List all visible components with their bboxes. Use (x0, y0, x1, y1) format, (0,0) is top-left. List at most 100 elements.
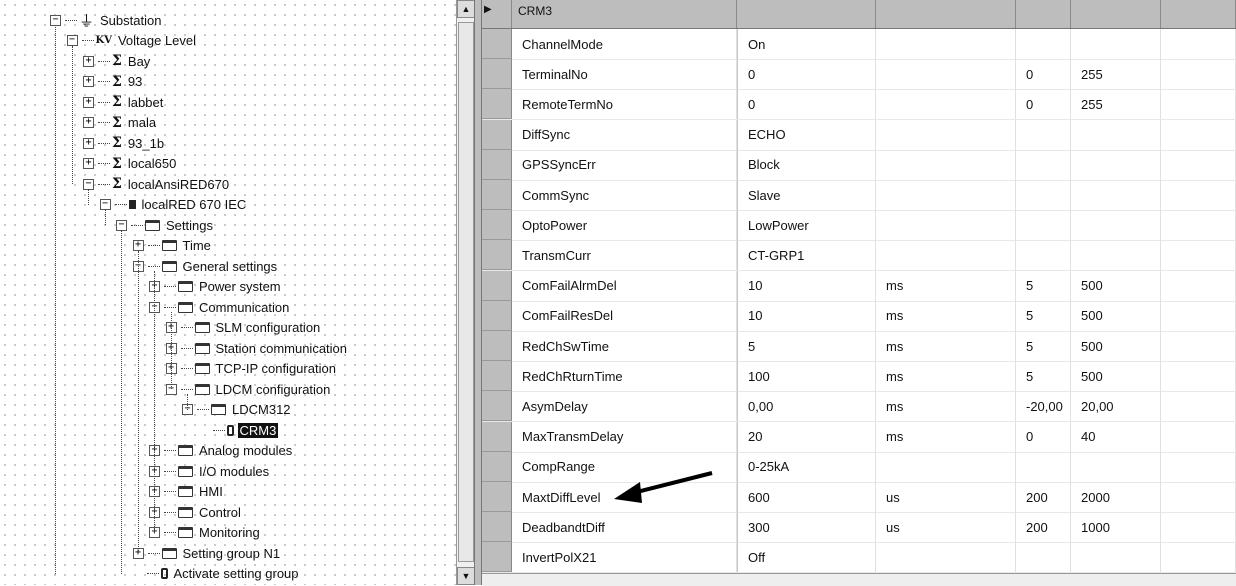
tree-item[interactable]: − KV Voltage Level (66, 31, 199, 51)
tree-connector (98, 183, 110, 185)
tree-vertical-connector (170, 312, 172, 389)
tree-connector (98, 122, 110, 123)
tree-connector (212, 429, 225, 431)
tree-connector (180, 368, 193, 369)
bay-icon: Ʃ (112, 155, 122, 172)
tree-connector (65, 19, 77, 21)
tree-connector (197, 409, 209, 410)
tree-vertical-connector (55, 25, 56, 574)
tree-vertical-connector (154, 271, 155, 533)
tree-item-label: LDCM configuration (215, 381, 331, 397)
folder-icon (178, 527, 193, 538)
tree-item[interactable]: + Setting group N1 (132, 543, 283, 563)
tree-item[interactable]: + Ʃ 93 (83, 72, 144, 92)
folder-icon (194, 342, 210, 354)
scroll-thumb[interactable] (458, 22, 474, 562)
tree-item[interactable]: + Ʃ Bay (83, 51, 152, 71)
tree-item[interactable]: + Ʃlabbet (83, 92, 165, 112)
tree-connector (114, 204, 127, 205)
tree-item[interactable]: + Control (149, 502, 243, 522)
bay-icon: Ʃ (112, 73, 122, 90)
expand-icon[interactable]: + (83, 158, 94, 169)
tree-connector (164, 470, 176, 472)
tree-item-label: LDCM312 (232, 402, 291, 417)
tree-item[interactable]: + Analog modules (149, 441, 294, 461)
expand-icon[interactable]: + (83, 137, 94, 149)
tree-item-label: 93_1b (127, 135, 165, 151)
tree-item[interactable]: − Settings (116, 215, 215, 235)
tree-item-label: mala (127, 115, 157, 130)
tree-connector (180, 347, 193, 349)
tree-item[interactable]: + Monitoring (149, 523, 262, 543)
bay-icon: Ʃ (112, 176, 122, 192)
expand-icon[interactable]: + (132, 240, 144, 251)
tree-item[interactable]: + Ʃlocal650 (83, 154, 178, 174)
tree-item[interactable]: Activate setting group (133, 564, 301, 584)
leaf-icon (226, 424, 234, 436)
tree-item[interactable]: + Station communication (165, 338, 350, 358)
tree-connector (98, 142, 110, 144)
tree-item[interactable]: − localRED 670 IEC (99, 195, 249, 215)
tree-item[interactable]: + HMI (149, 482, 225, 502)
tree-item-label: Control (199, 504, 241, 520)
tree-item[interactable]: − ⏚ Substation (50, 10, 163, 30)
tree-connector (131, 224, 143, 226)
bay-icon: Ʃ (112, 94, 122, 110)
leaf-icon (160, 568, 168, 579)
tree-vertical-connector (187, 394, 188, 410)
tree-vertical-connector (88, 189, 89, 205)
expand-icon[interactable]: + (83, 55, 94, 67)
tree-connector (98, 81, 110, 82)
grid-horizontal-scrollbar[interactable] (482, 573, 1236, 586)
tree-item-label: Substation (100, 12, 162, 28)
tree-connector (164, 286, 176, 287)
tree-item[interactable]: + SLM configuration (165, 318, 323, 338)
tree-view[interactable]: − ⏚ Substation − KV Voltage Level + Ʃ Bay + Ʃ 93 + Ʃl… (0, 0, 456, 585)
tree-item[interactable]: + TCP-IP configuration (165, 359, 338, 379)
tree-item[interactable]: + Time (132, 236, 213, 256)
scroll-up-button[interactable]: ▲ (457, 0, 475, 18)
tree-item-label: Voltage Level (117, 33, 197, 48)
tree-item-label: 93 (127, 74, 143, 89)
tree-item-label: localRED 670 IEC (141, 197, 247, 212)
tree-item-label: TCP-IP configuration (215, 361, 336, 376)
scroll-down-button[interactable]: ▼ (457, 567, 475, 585)
tree-vertical-connector (104, 209, 106, 225)
bay-icon: Ʃ (112, 114, 122, 131)
collapse-icon[interactable]: − (50, 14, 61, 26)
collapse-icon[interactable]: − (66, 35, 78, 46)
pane-splitter[interactable] (474, 0, 482, 585)
tree-item[interactable]: − ƩlocalAnsiRED670 (83, 174, 231, 194)
tree-item[interactable]: CRM3 (199, 420, 279, 440)
tree-vertical-connector (71, 45, 73, 184)
ied-icon (128, 200, 136, 209)
expand-icon[interactable]: + (83, 96, 94, 108)
tree-scrollbar[interactable]: ▲ ▼ (456, 0, 475, 585)
tree-connector (164, 511, 176, 513)
folder-icon (178, 486, 193, 497)
tree-connector (98, 60, 110, 62)
tree-item-label: I/O modules (199, 463, 270, 479)
tree-connector (147, 245, 160, 246)
tree-connector (81, 40, 94, 41)
folder-icon (178, 281, 193, 292)
tree-connector (164, 450, 176, 451)
tree-item[interactable]: + Power system (149, 277, 283, 297)
collapse-icon[interactable]: − (99, 199, 111, 210)
tree-item-label: Bay (127, 53, 151, 69)
folder-icon (178, 465, 193, 477)
tree-item-label: Station communication (215, 340, 348, 356)
expand-icon[interactable]: + (83, 117, 94, 128)
folder-icon (161, 547, 177, 559)
folder-icon (145, 219, 160, 231)
collapse-icon[interactable]: − (83, 178, 94, 190)
tree-item[interactable]: + Ʃmala (83, 113, 158, 133)
tree-item[interactable]: + Ʃ 93_1b (83, 133, 166, 153)
tree-item[interactable]: − LDCM312 (182, 400, 293, 420)
expand-icon[interactable]: + (83, 76, 94, 87)
collapse-icon[interactable]: − (116, 219, 127, 231)
tree-item[interactable]: − LDCM configuration (165, 379, 333, 399)
tree-connector (98, 101, 110, 103)
tree-item[interactable]: + I/O modules (149, 461, 271, 481)
tree-connector (147, 552, 160, 554)
